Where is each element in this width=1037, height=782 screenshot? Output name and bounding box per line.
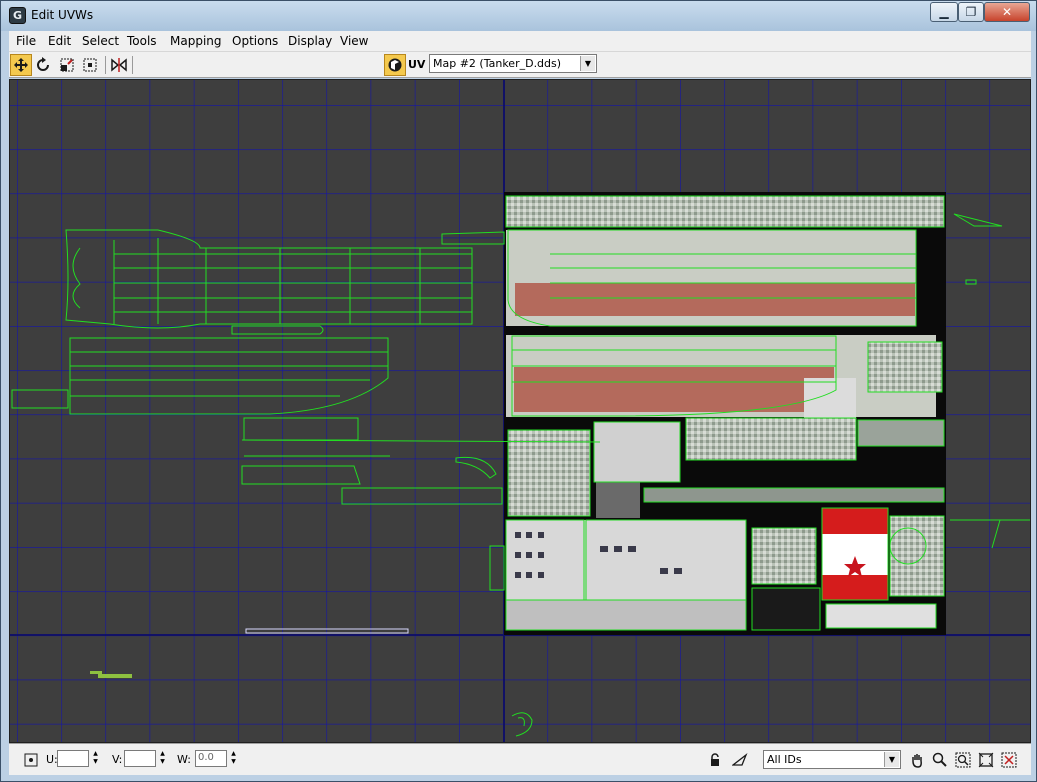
move-icon [14,58,28,72]
chevron-down-icon: ▼ [580,56,595,71]
spin-down-icon: ▼ [160,758,165,765]
mirror-icon [111,58,127,72]
paint-select-icon [732,752,748,766]
app-icon[interactable]: G [9,7,26,24]
minimize-button[interactable]: ▁ [930,2,958,22]
transform-mode-icon [24,753,38,766]
window-title: Edit UVWs [31,8,94,22]
title-bar[interactable]: G Edit UVWs ▁ ❐ ✕ [1,1,1036,31]
freeform-icon [83,58,97,72]
spin-up-icon: ▲ [231,750,236,757]
show-map-button[interactable] [384,54,406,76]
spin-up-icon: ▲ [160,750,165,757]
menu-select[interactable]: Select [82,34,119,48]
uv-editor-viewport[interactable] [9,79,1031,743]
uv-canvas[interactable] [10,80,1031,743]
u-label: U: [46,753,58,766]
absolute-offset-toggle[interactable] [21,749,41,770]
freeform-tool-button[interactable] [79,54,101,76]
move-tool-button[interactable] [10,54,32,76]
status-bar: U: ▲ ▼ V: ▲ ▼ W: 0.0 ▲ ▼ All IDs ▼ [9,743,1031,775]
u-field[interactable] [57,750,89,767]
uv-shell [90,671,102,674]
checker-map-icon [388,58,402,72]
pan-hand-icon [912,753,922,768]
menu-display[interactable]: Display [288,34,332,48]
rotate-icon [37,57,49,71]
mirror-tool-button[interactable] [108,54,130,76]
v-spinner[interactable]: ▲ ▼ [158,750,167,767]
map-dropdown[interactable]: Map #2 (Tanker_D.dds) ▼ [429,54,597,73]
menu-options[interactable]: Options [232,34,278,48]
close-button[interactable]: ✕ [984,2,1030,22]
maximize-button[interactable]: ❐ [958,2,984,22]
menu-tools[interactable]: Tools [127,34,157,48]
w-label: W: [177,753,191,766]
material-ids-value: All IDs [767,753,802,766]
spin-down-icon: ▼ [231,758,236,765]
menu-view[interactable]: View [340,34,368,48]
zoom-extents-icon [978,752,994,767]
menu-bar: File Edit Select Tools Mapping Options D… [9,31,1031,52]
main-toolbar: UV Map #2 (Tanker_D.dds) ▼ [9,52,1031,78]
spin-up-icon: ▲ [93,750,98,757]
uv-shell [98,674,132,678]
menu-file[interactable]: File [16,34,36,48]
filter-icon [1001,752,1017,767]
w-spinner[interactable]: ▲ ▼ [229,750,238,767]
material-ids-dropdown[interactable]: All IDs ▼ [763,750,901,769]
scale-tool-button[interactable] [56,54,78,76]
zoom-region-button[interactable] [953,749,973,770]
chevron-down-icon: ▼ [884,752,899,767]
map-dropdown-value: Map #2 (Tanker_D.dds) [433,57,562,70]
v-label: V: [112,753,123,766]
filter-selected-faces-button[interactable] [999,749,1019,770]
lock-icon [711,752,719,766]
w-field[interactable]: 0.0 [195,750,227,767]
paint-select-button[interactable] [730,749,750,770]
menu-mapping[interactable]: Mapping [170,34,222,48]
toolbar-separator [132,56,133,74]
lock-selection-button[interactable] [706,749,726,770]
toolbar-separator [105,56,106,74]
zoom-icon [932,752,947,767]
v-field[interactable] [124,750,156,767]
uv-label: UV [408,58,426,71]
zoom-button[interactable] [930,749,950,770]
edit-uvws-window: G Edit UVWs ▁ ❐ ✕ File Edit Select Tools… [0,0,1037,782]
zoom-extents-button[interactable] [976,749,996,770]
zoom-region-icon [955,752,971,767]
pan-button[interactable] [907,749,927,770]
rotate-tool-button[interactable] [32,54,54,76]
spin-down-icon: ▼ [93,758,98,765]
menu-edit[interactable]: Edit [48,34,71,48]
texture-map [504,192,946,635]
u-spinner[interactable]: ▲ ▼ [91,750,100,767]
scale-icon [60,58,74,72]
